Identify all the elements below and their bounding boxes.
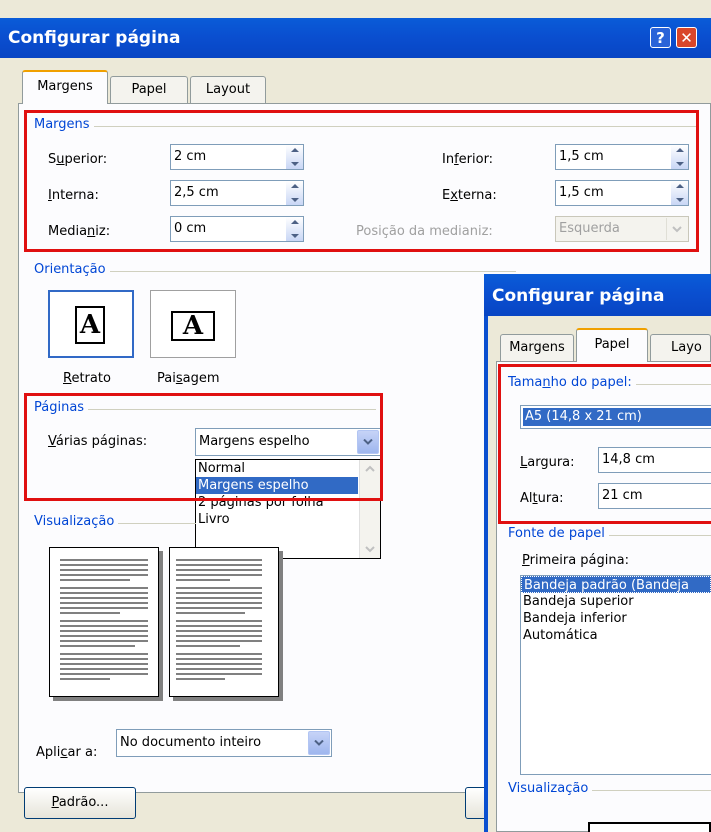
first-page-option-bandeja-superior[interactable]: Bandeja superior bbox=[521, 593, 711, 610]
margins-highlight-box bbox=[24, 110, 699, 252]
landscape-page-icon: A bbox=[171, 311, 215, 341]
second-tab-margens[interactable]: Margens bbox=[500, 334, 574, 362]
landscape-letter: A bbox=[182, 311, 204, 341]
apply-to-value: No documento inteiro bbox=[120, 735, 262, 750]
apply-to-select[interactable]: No documento inteiro bbox=[116, 729, 332, 757]
default-button-label: Padrão... bbox=[51, 795, 109, 810]
portrait-letter: A bbox=[79, 310, 101, 340]
first-page-list: Bandeja padrão (Bandeja Bandeja superior… bbox=[520, 575, 711, 775]
pages-highlight-box bbox=[24, 393, 383, 501]
first-page-label: Primeira página: bbox=[522, 553, 629, 568]
second-tab-papel[interactable]: Papel bbox=[576, 328, 648, 362]
preview-page-left bbox=[49, 547, 159, 697]
second-tab-layout[interactable]: Layo bbox=[650, 334, 711, 362]
tab-layout-label: Layout bbox=[205, 82, 251, 97]
tab-papel[interactable]: Papel bbox=[110, 76, 188, 104]
main-dialog-title: Configurar página bbox=[8, 28, 181, 48]
apply-to-label: Aplicar a: bbox=[36, 745, 98, 760]
second-dialog-title: Configurar página bbox=[492, 286, 665, 306]
tab-margens[interactable]: Margens bbox=[22, 70, 108, 104]
main-title-bar[interactable]: Configurar página ? ✕ bbox=[0, 18, 711, 58]
preview-text-lines-right bbox=[176, 559, 262, 680]
second-preview-page bbox=[588, 822, 711, 832]
dropdown-option-livro[interactable]: Livro bbox=[196, 511, 358, 528]
apply-to-dropdown-button[interactable] bbox=[308, 731, 330, 755]
second-tab-layout-label: Layo bbox=[671, 340, 702, 355]
first-page-option-automatica[interactable]: Automática bbox=[521, 627, 711, 644]
tab-papel-label: Papel bbox=[131, 82, 167, 97]
portrait-page-icon: A bbox=[75, 306, 105, 344]
preview-group-title: Visualização bbox=[34, 514, 119, 529]
scroll-down-icon[interactable] bbox=[360, 540, 380, 558]
orientation-group-title: Orientação bbox=[34, 262, 110, 277]
landscape-label: Paisagem bbox=[157, 371, 220, 386]
chevron-down-icon bbox=[314, 740, 324, 746]
close-icon: ✕ bbox=[680, 29, 693, 47]
close-button[interactable]: ✕ bbox=[676, 27, 697, 48]
portrait-option[interactable]: A bbox=[48, 290, 134, 358]
tab-margens-label: Margens bbox=[37, 79, 93, 94]
paper-source-group-title: Fonte de papel bbox=[508, 526, 609, 541]
second-tab-margens-label: Margens bbox=[509, 340, 565, 355]
paper-size-highlight-box bbox=[498, 364, 711, 524]
default-button[interactable]: Padrão... bbox=[24, 787, 136, 819]
first-page-option-bandeja-padrao[interactable]: Bandeja padrão (Bandeja bbox=[521, 576, 711, 593]
second-dialog: Configurar página Margens Papel Layo Tam… bbox=[484, 274, 711, 832]
preview-text-lines-left bbox=[60, 559, 148, 680]
portrait-label: Retrato bbox=[63, 371, 111, 386]
second-tab-papel-label: Papel bbox=[594, 337, 630, 352]
tab-layout[interactable]: Layout bbox=[190, 76, 266, 104]
landscape-option[interactable]: A bbox=[150, 290, 236, 358]
second-title-bar[interactable]: Configurar página bbox=[484, 274, 711, 316]
first-page-option-bandeja-inferior[interactable]: Bandeja inferior bbox=[521, 610, 711, 627]
help-button[interactable]: ? bbox=[650, 27, 671, 48]
preview-page-right bbox=[169, 547, 279, 697]
second-preview-group-title: Visualização bbox=[508, 781, 593, 796]
